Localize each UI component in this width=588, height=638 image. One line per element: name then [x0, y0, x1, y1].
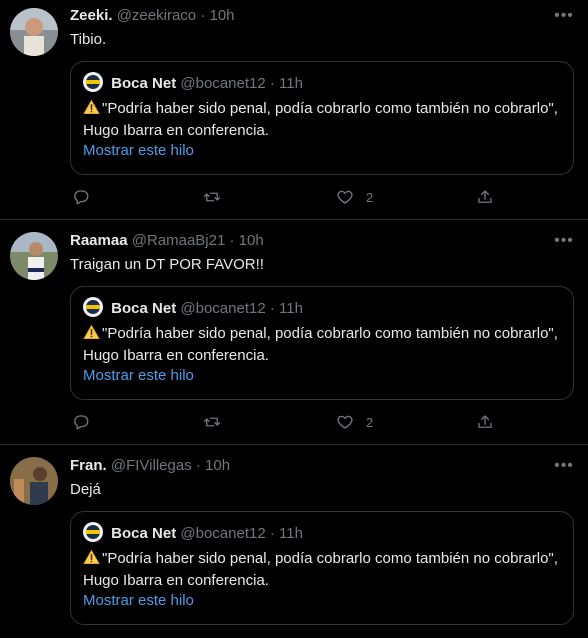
handle: @bocanet12 [180, 75, 266, 92]
display-name: Boca Net [111, 525, 177, 542]
avatar[interactable] [10, 232, 58, 280]
more-icon[interactable]: ••• [554, 8, 574, 30]
handle[interactable]: @RamaaBj21 [132, 232, 226, 249]
timestamp: · 11h [269, 525, 303, 542]
like-button[interactable]: 2 [336, 412, 373, 432]
quoted-tweet-header: Boca Net @bocanet12 · 11h [83, 522, 303, 544]
handle[interactable]: @FIVillegas [111, 457, 192, 474]
display-name[interactable]: Fran. [70, 457, 107, 474]
avatar [83, 297, 103, 317]
show-thread-link[interactable]: Mostrar este hilo [83, 141, 194, 161]
tweet-header: Fran. @FIVillegas · 10h [70, 456, 230, 476]
share-icon [478, 415, 492, 428]
reply-button[interactable] [72, 187, 90, 207]
heart-icon [337, 190, 353, 204]
timestamp[interactable]: · 10h [200, 7, 234, 24]
reply-icon [74, 190, 89, 205]
display-name: Boca Net [111, 75, 177, 92]
handle: @bocanet12 [180, 525, 266, 542]
display-name: Boca Net [111, 300, 177, 317]
quoted-tweet[interactable]: Boca Net @bocanet12 · 11h "Podría haber … [70, 286, 574, 400]
handle[interactable]: @zeekiraco [117, 7, 196, 24]
like-button[interactable]: 2 [336, 187, 373, 207]
like-count: 2 [366, 414, 374, 430]
show-thread-link[interactable]: Mostrar este hilo [83, 366, 194, 386]
tweet-actions: 2 [70, 187, 570, 207]
share-button[interactable] [476, 412, 494, 432]
display-name[interactable]: Zeeki. [70, 7, 113, 24]
timestamp: · 11h [269, 300, 303, 317]
retweet-icon [203, 192, 221, 202]
retweet-button[interactable] [203, 412, 221, 432]
reply-button[interactable] [72, 412, 90, 432]
avatar [83, 522, 103, 542]
quoted-tweet-text-block: "Podría haber sido penal, podía cobrarlo… [83, 323, 569, 367]
quoted-tweet[interactable]: Boca Net @bocanet12 · 11h "Podría haber … [70, 61, 574, 175]
share-icon [478, 190, 492, 203]
tweet[interactable]: Zeeki. @zeekiraco · 10h ••• Tibio. Boca … [0, 0, 588, 219]
quoted-tweet[interactable]: Boca Net @bocanet12 · 11h "Podría haber … [70, 511, 574, 625]
quoted-tweet-header: Boca Net @bocanet12 · 11h [83, 297, 303, 319]
more-icon[interactable]: ••• [554, 233, 574, 255]
heart-icon [337, 415, 353, 429]
tweet-text: Traigan un DT POR FAVOR!! [70, 256, 264, 273]
avatar[interactable] [10, 457, 58, 505]
quoted-tweet-header: Boca Net @bocanet12 · 11h [83, 72, 303, 94]
warning-icon [83, 549, 100, 564]
share-button[interactable] [476, 187, 494, 207]
quoted-tweet-text: "Podría haber sido penal, podía cobrarlo… [83, 100, 558, 139]
display-name[interactable]: Raamaa [70, 232, 128, 249]
quoted-tweet-text-block: "Podría haber sido penal, podía cobrarlo… [83, 98, 569, 142]
tweet-text: Tibio. [70, 31, 107, 48]
timestamp: · 11h [269, 75, 303, 92]
tweet[interactable]: Fran. @FIVillegas · 10h ••• Dejá Boca Ne… [0, 445, 588, 638]
timestamp[interactable]: · 10h [230, 232, 264, 249]
warning-icon [83, 324, 100, 339]
timestamp[interactable]: · 10h [196, 457, 230, 474]
quoted-tweet-text-block: "Podría haber sido penal, podía cobrarlo… [83, 548, 569, 592]
quoted-tweet-text: "Podría haber sido penal, podía cobrarlo… [83, 550, 558, 589]
retweet-button[interactable] [203, 187, 221, 207]
like-count: 2 [366, 189, 374, 205]
avatar [83, 72, 103, 92]
handle: @bocanet12 [180, 300, 266, 317]
tweet-header: Raamaa @RamaaBj21 · 10h [70, 231, 264, 251]
warning-icon [83, 99, 100, 114]
tweet-header: Zeeki. @zeekiraco · 10h [70, 6, 235, 26]
quoted-tweet-text: "Podría haber sido penal, podía cobrarlo… [83, 325, 558, 364]
more-icon[interactable]: ••• [554, 458, 574, 480]
tweet-text: Dejá [70, 481, 101, 498]
show-thread-link[interactable]: Mostrar este hilo [83, 591, 194, 611]
tweet-actions: 2 [70, 412, 570, 432]
reply-icon [74, 415, 89, 430]
retweet-icon [203, 417, 221, 427]
avatar[interactable] [10, 8, 58, 56]
tweet[interactable]: Raamaa @RamaaBj21 · 10h ••• Traigan un D… [0, 220, 588, 444]
